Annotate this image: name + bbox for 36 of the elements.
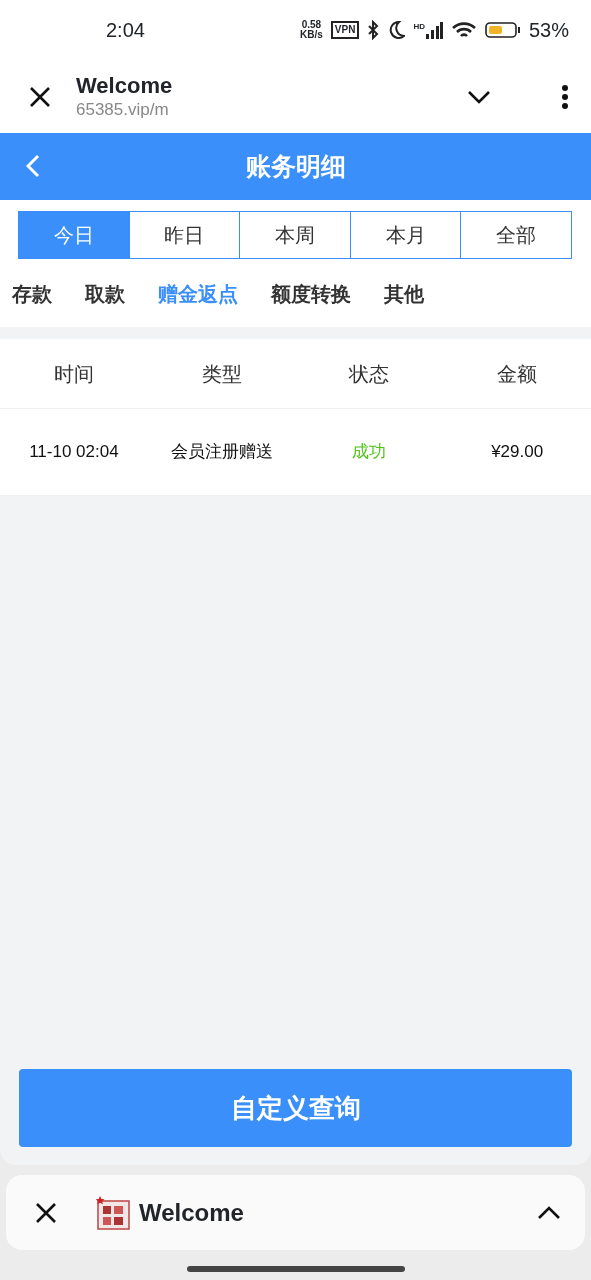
page-url: 65385.vip/m bbox=[76, 98, 170, 121]
moon-icon bbox=[387, 20, 406, 40]
signal-icon bbox=[424, 21, 443, 39]
period-tab[interactable]: 全部 bbox=[460, 211, 572, 259]
site-logo-icon bbox=[95, 1194, 131, 1231]
category-tab[interactable]: 其他 bbox=[384, 273, 424, 315]
header-title: 账务明细 bbox=[245, 150, 346, 182]
column-header: 金额 bbox=[496, 361, 539, 387]
page-title: Welcome bbox=[76, 72, 173, 99]
period-tab[interactable]: 昨日 bbox=[128, 211, 241, 259]
chevron-down-icon[interactable] bbox=[467, 89, 491, 104]
table-cell-text: ¥29.00 bbox=[490, 441, 545, 464]
category-tab[interactable]: 存款 bbox=[12, 273, 52, 315]
table-cell-text: 会员注册赠送 bbox=[169, 441, 274, 464]
period-tab[interactable]: 本周 bbox=[239, 211, 351, 259]
table-cell-text: 11-10 02:04 bbox=[28, 441, 120, 464]
back-icon[interactable] bbox=[26, 154, 40, 178]
bluetooth-icon bbox=[367, 20, 380, 40]
close-icon[interactable] bbox=[28, 84, 52, 109]
column-header: 时间 bbox=[52, 361, 95, 387]
vpn-badge: VPN bbox=[330, 21, 360, 39]
category-tab[interactable]: 额度转换 bbox=[271, 273, 351, 315]
column-header: 类型 bbox=[200, 361, 243, 387]
category-tab[interactable]: 取款 bbox=[85, 273, 125, 315]
column-header: 状态 bbox=[348, 361, 391, 387]
close-icon[interactable] bbox=[34, 1200, 58, 1225]
battery-percent: 53% bbox=[528, 18, 569, 43]
status-cell-text: 成功 bbox=[351, 441, 388, 464]
period-tab[interactable]: 本月 bbox=[349, 211, 462, 259]
network-speed: 0.58 KB/s bbox=[300, 20, 323, 40]
tab-title: Welcome bbox=[139, 1197, 244, 1228]
status-time: 2:04 bbox=[106, 18, 145, 43]
chevron-up-icon[interactable] bbox=[537, 1205, 561, 1220]
battery-icon bbox=[484, 21, 521, 39]
more-icon[interactable] bbox=[561, 84, 569, 109]
signal-label: HD bbox=[413, 21, 425, 33]
